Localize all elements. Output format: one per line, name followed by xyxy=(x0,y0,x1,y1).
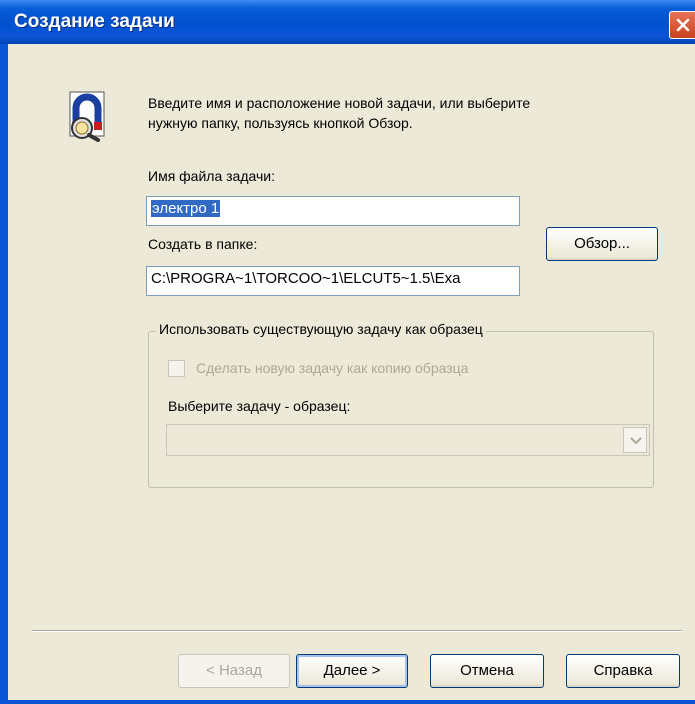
template-group-label: Использовать существующую задачу как обр… xyxy=(156,321,486,337)
template-select[interactable] xyxy=(166,424,650,456)
browse-button[interactable]: Обзор... xyxy=(546,227,658,261)
folder-label: Создать в папке: xyxy=(148,236,258,252)
next-button[interactable]: Далее > xyxy=(296,654,408,688)
filename-label: Имя файла задачи: xyxy=(148,168,275,184)
intro-line-2: нужную папку, пользуясь кнопкой Обзор. xyxy=(148,115,413,131)
intro-text: Введите имя и расположение новой задачи,… xyxy=(148,93,648,133)
magnet-icon xyxy=(69,91,105,142)
title-bar[interactable]: Создание задачи xyxy=(0,0,695,44)
window-frame-left xyxy=(0,44,8,704)
filename-value: электро 1 xyxy=(151,200,221,217)
filename-input[interactable]: электро 1 xyxy=(146,196,520,226)
close-button[interactable] xyxy=(669,11,695,39)
copy-checkbox-label: Сделать новую задачу как копию образца xyxy=(196,360,469,376)
chevron-down-icon xyxy=(630,437,642,445)
folder-input[interactable]: C:\PROGRA~1\TORCOO~1\ELCUT5~1.5\Exa xyxy=(146,266,520,296)
create-task-dialog: Создание задачи Введите имя и расположен… xyxy=(0,0,695,704)
help-button[interactable]: Справка xyxy=(566,654,680,688)
template-label: Выберите задачу - образец: xyxy=(168,398,351,414)
template-dropdown-button[interactable] xyxy=(623,427,647,453)
dialog-title: Создание задачи xyxy=(14,11,175,32)
intro-line-1: Введите имя и расположение новой задачи,… xyxy=(148,95,531,111)
copy-checkbox[interactable] xyxy=(168,360,185,377)
cancel-button[interactable]: Отмена xyxy=(430,654,544,688)
close-icon xyxy=(676,18,690,32)
footer-separator xyxy=(32,630,682,632)
window-frame-bottom xyxy=(0,700,695,704)
back-button[interactable]: < Назад xyxy=(178,654,290,688)
